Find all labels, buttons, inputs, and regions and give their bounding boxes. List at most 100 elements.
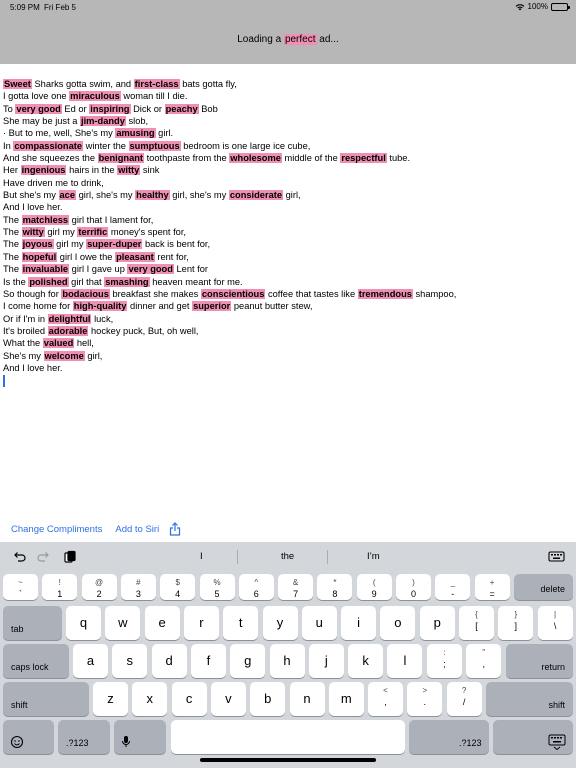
compliment-word: conscientious (200, 288, 266, 299)
key-c[interactable]: c (171, 682, 207, 716)
key-g[interactable]: g (230, 644, 266, 678)
left-shift-key[interactable]: shift (3, 682, 89, 716)
poem-text: woman till I die. (120, 91, 188, 102)
poem-line: The witty girl my terrific money's spent… (3, 226, 573, 238)
key-num-2[interactable]: @2 (81, 574, 117, 600)
key-num-1[interactable]: ! 1 (42, 574, 78, 600)
home-indicator (200, 758, 376, 762)
share-icon[interactable] (169, 522, 181, 536)
poem-text: To (3, 103, 16, 114)
key-b[interactable]: b (250, 682, 286, 716)
status-time: 5:09 PM (10, 3, 40, 12)
caps-lock-key[interactable]: caps lock (3, 644, 69, 678)
paste-icon[interactable] (63, 550, 77, 564)
key-num-6[interactable]: ^ 6 (238, 574, 274, 600)
right-shift-key[interactable]: shift (486, 682, 573, 716)
poem-text: girl that I lament for, (69, 214, 154, 225)
poem-text: tube. (386, 153, 411, 164)
key-punct-0[interactable]: :; (427, 644, 462, 678)
change-compliments-button[interactable]: Change Compliments (11, 524, 102, 535)
suggestion-3[interactable]: I’m (367, 551, 380, 562)
key-num-4[interactable]: $4 (160, 574, 196, 600)
key-j[interactable]: j (308, 644, 344, 678)
key-bracket-0[interactable]: {[ (459, 606, 494, 640)
key-num-10[interactable]: ) 0 (396, 574, 431, 600)
key-n[interactable]: n (289, 682, 325, 716)
numbers-key-right[interactable]: .?123 (409, 720, 489, 754)
key-a[interactable]: a (73, 644, 108, 678)
redo-icon[interactable] (37, 550, 51, 564)
key-f[interactable]: f (190, 644, 226, 678)
poem-text: But she's my (3, 190, 59, 201)
key-w[interactable]: w (105, 606, 141, 640)
key-p[interactable]: p (419, 606, 455, 640)
key-e[interactable]: e (144, 606, 180, 640)
key-num-5[interactable]: % 5 (199, 574, 235, 600)
key-num-3[interactable]: #3 (120, 574, 156, 600)
poem-text: heaven meant for me. (149, 276, 243, 287)
key-h[interactable]: h (269, 644, 305, 678)
poem-text: winter the (83, 140, 129, 151)
key-y[interactable]: y (262, 606, 298, 640)
key-top-label: : (443, 648, 446, 657)
key-bottom-label: 8 (332, 589, 338, 599)
key-num-9[interactable]: (9 (356, 574, 392, 600)
emoji-key[interactable] (3, 720, 54, 754)
add-to-siri-button[interactable]: Add to Siri (115, 524, 159, 535)
compliment-word: welcome (43, 350, 85, 361)
key-num-0[interactable]: ~ ` (3, 574, 38, 600)
undo-icon[interactable] (12, 550, 26, 564)
key-o[interactable]: o (380, 606, 416, 640)
poem-text: girl, (84, 350, 103, 361)
suggestion-1[interactable]: I (200, 551, 203, 562)
key-q[interactable]: q (66, 606, 101, 640)
compliment-word: joyous (21, 239, 54, 250)
delete-key[interactable]: delete (514, 574, 573, 600)
key-v[interactable]: v (210, 682, 246, 716)
key-sym-0[interactable]: <, (368, 682, 403, 716)
key-d[interactable]: d (151, 644, 187, 678)
key-i[interactable]: i (341, 606, 377, 640)
key-s[interactable]: s (112, 644, 148, 678)
hide-keyboard-key[interactable] (493, 720, 573, 754)
key-top-label: @ (95, 578, 104, 587)
key-z[interactable]: z (93, 682, 128, 716)
key-t[interactable]: t (223, 606, 259, 640)
space-key[interactable] (171, 720, 405, 754)
key-num-7[interactable]: & 7 (278, 574, 314, 600)
key-u[interactable]: u (301, 606, 337, 640)
key-r[interactable]: r (183, 606, 219, 640)
compliment-word: respectful (340, 153, 387, 164)
key-bracket-2[interactable]: | \ (537, 606, 573, 640)
key-label: shift (11, 700, 28, 710)
key-label: v (225, 691, 232, 706)
compliment-word: matchless (21, 214, 70, 225)
key-sym-1[interactable]: >. (407, 682, 443, 716)
key-num-8[interactable]: * 8 (317, 574, 353, 600)
key-x[interactable]: x (132, 682, 168, 716)
key-num-12[interactable]: + = (474, 574, 510, 600)
dictation-key[interactable] (114, 720, 166, 754)
return-key[interactable]: return (506, 644, 573, 678)
suggestion-2[interactable]: the (281, 551, 294, 562)
key-sym-2[interactable]: ? / (446, 682, 482, 716)
key-label: c (185, 691, 193, 706)
key-l[interactable]: l (387, 644, 423, 678)
poem-text-area[interactable]: Sweet Sharks gotta swim, and first-class… (3, 78, 573, 374)
poem-text: back is bent for, (142, 239, 211, 250)
numbers-key-left[interactable]: .?123 (58, 720, 110, 754)
ad-banner[interactable]: Loading a perfect ad... (0, 14, 576, 64)
key-bottom-label: ] (514, 621, 518, 631)
key-bracket-1[interactable]: }] (498, 606, 534, 640)
key-k[interactable]: k (348, 644, 384, 678)
compliment-word: polished (28, 276, 69, 287)
key-label: p (433, 615, 441, 630)
keyboard-dismiss-icon[interactable] (548, 550, 566, 564)
key-m[interactable]: m (328, 682, 364, 716)
poem-line: To very good Ed or inspiring Dick or pea… (3, 103, 573, 115)
tab-key[interactable]: tab (3, 606, 62, 640)
key-num-11[interactable]: _ - (435, 574, 471, 600)
compliment-word: ingenious (20, 165, 67, 176)
key-punct-1[interactable]: ", (466, 644, 502, 678)
compliment-word: sumptuous (128, 140, 181, 151)
